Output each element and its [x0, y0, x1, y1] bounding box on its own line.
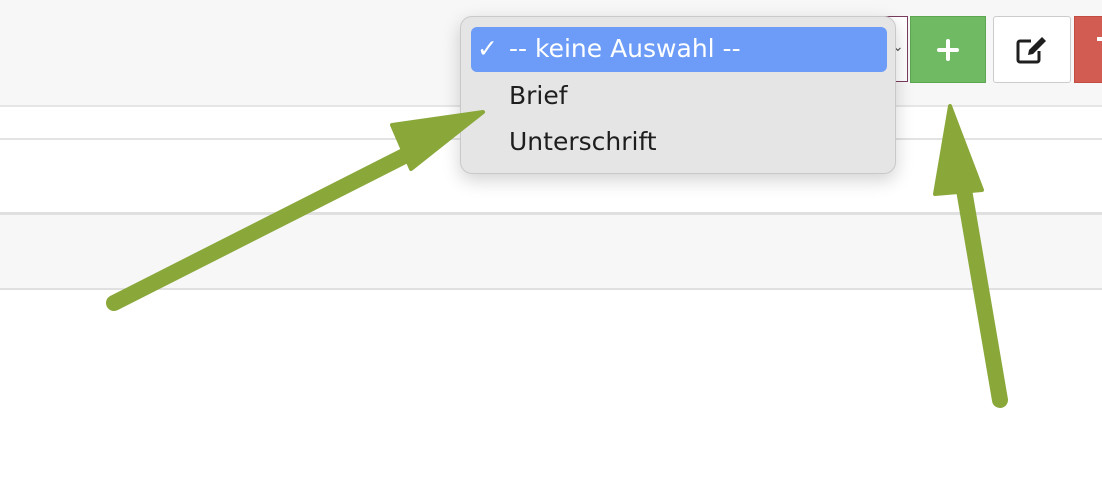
annotation-arrows [106, 104, 1008, 408]
arrow-to-add-button-icon [933, 104, 1008, 408]
arrow-to-dropdown-icon [106, 110, 485, 311]
